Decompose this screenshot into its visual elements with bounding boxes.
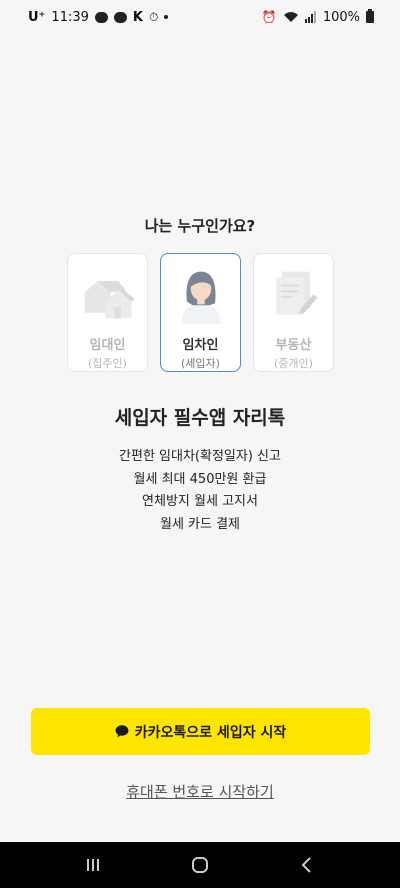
tenant-avatar-icon [180,271,221,324]
signal-icon [304,11,316,23]
role-card-realtor[interactable]: 부동산 (중개인) [253,253,334,372]
phone-start-link[interactable]: 휴대폰 번호로 시작하기 [0,781,400,802]
role-question: 나는 누구인가요? [144,217,256,235]
role-subtitle: (집주인) [88,357,127,370]
wifi-icon [283,12,298,22]
role-title: 임차인 [182,338,219,353]
role-title: 임대인 [89,338,126,353]
status-right: ⏰ 100% [261,9,374,25]
role-selector: 임대인 (집주인) 임차인 (세입자) 부동산 (중개인) [67,253,335,372]
status-bar: U⁺ 11:39 K ⏱ ⏰ 100% [0,0,400,34]
recent-apps-button[interactable] [73,845,113,885]
k-app-icon: K [132,9,143,25]
role-title: 부동산 [275,338,312,353]
feature-item: 간편한 임대차(확정일자) 신고 [119,449,281,464]
battery-percent: 100% [322,9,360,25]
documents-icon [275,271,317,315]
feature-item: 월세 최대 450만원 환급 [133,471,267,487]
back-chevron-icon [301,857,311,873]
message-icon [94,11,108,23]
home-icon [191,857,208,873]
talk-icon [113,11,127,23]
feature-item: 월세 카드 결제 [159,516,241,532]
status-left: U⁺ 11:39 K ⏱ [28,9,169,25]
timer-icon: ⏱ [148,9,159,24]
app-headline: 세입자 필수앱 자리톡 [114,407,286,429]
role-card-tenant[interactable]: 임차인 (세입자) [160,253,241,372]
role-card-landlord[interactable]: 임대인 (집주인) [67,253,148,372]
home-button[interactable] [180,845,220,885]
houses-icon [84,280,135,319]
more-notifications-icon [164,15,169,19]
carrier-label: U⁺ [28,9,46,25]
battery-icon [366,9,374,23]
kakao-start-label: 카카오톡으로 세입자 시작 [134,724,287,741]
clock: 11:39 [51,9,89,25]
recent-apps-icon [87,859,100,871]
alarm-icon: ⏰ [261,10,277,24]
kakao-start-button[interactable]: 카카오톡으로 세입자 시작 [31,708,370,755]
back-button[interactable] [287,845,327,885]
speech-bubble-icon [115,725,129,738]
feature-item: 연체방지 월세 고지서 [142,494,258,509]
system-nav-bar [0,842,400,888]
feature-list: 간편한 임대차(확정일자) 신고 월세 최대 450만원 환급 연체방지 월세 … [0,446,400,536]
role-subtitle: (중개인) [274,357,313,370]
role-subtitle: (세입자) [181,357,220,370]
